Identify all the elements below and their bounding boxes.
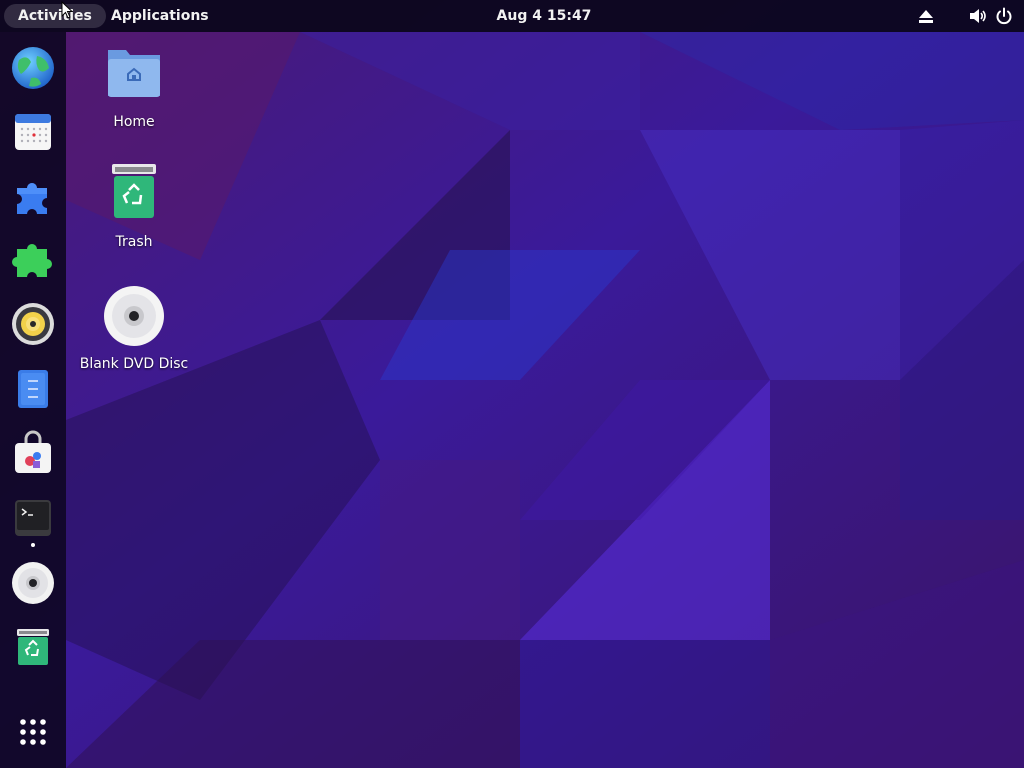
disc-icon (104, 286, 164, 346)
system-tray[interactable] (910, 6, 1012, 26)
desktop-icon-label: Home (113, 114, 155, 130)
top-bar: Activities Applications Aug 4 15:47 (0, 0, 1024, 32)
power-icon[interactable] (994, 6, 1014, 26)
eject-icon[interactable] (916, 6, 936, 26)
trash-icon (112, 164, 156, 218)
desktop-icon-dvd[interactable]: Blank DVD Disc (74, 284, 194, 372)
shopping-bag-icon[interactable] (9, 429, 57, 477)
speaker-icon[interactable] (9, 300, 57, 348)
volume-icon[interactable] (968, 6, 988, 26)
desktop-screen: Activities Applications Aug 4 15:47 Home… (0, 0, 1024, 768)
calendar-icon[interactable] (9, 108, 57, 156)
puzzle-blue-icon[interactable] (9, 172, 57, 220)
desktop-icon-label: Blank DVD Disc (79, 356, 189, 372)
running-indicator (31, 543, 35, 547)
dash-dock (0, 32, 66, 768)
desktop-icon-home[interactable]: Home (74, 42, 194, 130)
document-icon[interactable] (9, 365, 57, 413)
desktop-icon-trash[interactable]: Trash (74, 162, 194, 250)
clock[interactable]: Aug 4 15:47 (0, 4, 1024, 28)
puzzle-green-icon[interactable] (9, 237, 57, 285)
mouse-cursor-icon (61, 1, 74, 19)
desktop-icon-label: Trash (115, 234, 153, 250)
trash-icon[interactable] (9, 623, 57, 671)
home-folder-icon (108, 50, 160, 97)
globe-icon[interactable] (9, 44, 57, 92)
disc-icon[interactable] (9, 559, 57, 607)
terminal-icon[interactable] (9, 494, 57, 542)
app-grid-icon[interactable] (9, 708, 57, 756)
